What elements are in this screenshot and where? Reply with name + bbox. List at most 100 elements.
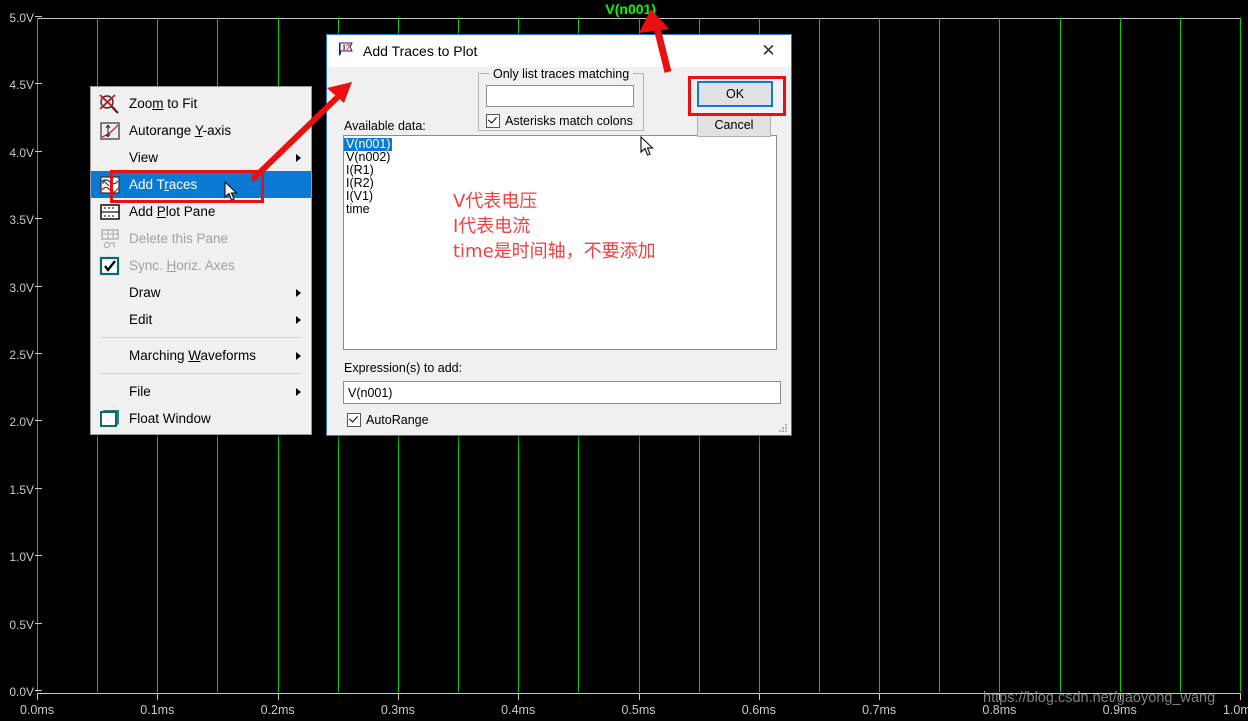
menu-item-label: Marching Waveforms xyxy=(129,348,257,363)
x-axis-tick-label: 0.1ms xyxy=(140,703,175,717)
dialog-title-text: Add Traces to Plot xyxy=(363,43,478,59)
menu-item-label: Delete this Pane xyxy=(129,231,229,246)
autorange-y-icon xyxy=(99,121,121,141)
list-item[interactable]: I(R2) xyxy=(344,176,776,190)
checkbox-checked-icon xyxy=(486,114,500,128)
list-item[interactable]: I(R1) xyxy=(344,163,776,177)
x-axis-tick-label: 0.7ms xyxy=(862,703,897,717)
delete-pane-icon xyxy=(99,228,121,249)
trace-filter-legend: Only list traces matching xyxy=(489,67,634,81)
asterisks-match-colons-checkbox[interactable]: Asterisks match colons xyxy=(486,114,633,128)
submenu-arrow-icon xyxy=(296,351,301,360)
close-icon[interactable]: ✕ xyxy=(746,35,791,67)
grid-line-vertical xyxy=(1059,18,1061,692)
x-axis-tick-mark xyxy=(638,693,640,700)
x-axis-tick-label: 1.0ms xyxy=(1222,703,1248,717)
y-axis-tick-label: 1.0V xyxy=(0,551,42,563)
note-line-1: V代表电压 xyxy=(453,191,538,212)
expression-input[interactable]: V(n001) xyxy=(343,381,781,404)
menu-item-file[interactable]: File xyxy=(91,378,311,405)
grid-line-vertical xyxy=(1119,18,1121,692)
grid-line-vertical xyxy=(1179,18,1181,692)
menu-item-label: Add Plot Pane xyxy=(129,204,216,219)
x-axis-tick-mark xyxy=(157,693,159,700)
menu-item-edit[interactable]: Edit xyxy=(91,306,311,333)
x-axis-tick-mark xyxy=(518,693,520,700)
add-plot-pane-icon xyxy=(99,202,121,222)
menu-item-label: Draw xyxy=(129,285,161,300)
menu-item-float-window[interactable]: Float Window xyxy=(91,405,311,432)
x-axis-tick-mark xyxy=(37,693,38,700)
add-plot-pane-icon xyxy=(100,203,120,220)
grid-line-vertical xyxy=(939,18,941,692)
menu-item-draw[interactable]: Draw xyxy=(91,279,311,306)
available-data-label: Available data: xyxy=(344,119,426,133)
float-window-icon xyxy=(100,409,119,427)
grid-line-vertical xyxy=(818,18,820,692)
note-line-2: I代表电流 xyxy=(453,216,531,237)
note-line-3: time是时间轴，不要添加 xyxy=(453,241,656,262)
x-axis-tick-label: 0.6ms xyxy=(741,703,776,717)
checkbox-checked-icon xyxy=(99,256,121,276)
autorange-checkbox[interactable]: AutoRange xyxy=(347,413,429,427)
y-axis-tick-label: 2.0V xyxy=(0,416,42,428)
menu-item-view[interactable]: View xyxy=(91,144,311,171)
menu-item-sync-horiz-axes: Sync. Horiz. Axes xyxy=(91,252,311,279)
autorange-y-icon xyxy=(100,121,120,140)
grid-line-vertical xyxy=(999,18,1001,692)
resize-grip-icon[interactable] xyxy=(778,423,788,433)
menu-item-label: Edit xyxy=(129,312,153,327)
x-axis-tick-mark xyxy=(1240,693,1241,700)
list-item-label: time xyxy=(346,202,370,216)
mouse-cursor-menu xyxy=(224,181,238,201)
svg-text:17: 17 xyxy=(342,43,350,52)
autorange-label: AutoRange xyxy=(366,413,429,427)
menu-item-label: View xyxy=(129,150,159,165)
dialog-title-bar: 17 Add Traces to Plot ✕ xyxy=(327,35,791,67)
chinese-annotation-note: V代表电压 I代表电流 time是时间轴，不要添加 xyxy=(453,189,656,264)
menu-item-zoom-to-fit[interactable]: Zoom to Fit xyxy=(91,90,311,117)
grid-line-vertical xyxy=(879,18,881,692)
y-axis-tick-label: 5.0V xyxy=(0,12,42,24)
list-item[interactable]: V(n002) xyxy=(344,150,776,164)
y-axis-tick-label: 0.0V xyxy=(0,686,42,698)
grid-line-vertical xyxy=(37,18,38,692)
x-axis-tick-mark xyxy=(879,693,881,700)
mouse-cursor-dialog xyxy=(640,136,654,156)
x-axis-tick-label: 0.2ms xyxy=(260,703,295,717)
cancel-button[interactable]: Cancel xyxy=(697,113,771,137)
trace-legend-label[interactable]: V(n001) xyxy=(605,1,656,17)
y-axis-tick-label: 1.5V xyxy=(0,484,42,496)
x-axis-tick-mark xyxy=(277,693,279,700)
y-axis-tick-label: 4.5V xyxy=(0,79,42,91)
y-axis-tick-label: 3.0V xyxy=(0,282,42,294)
menu-item-label: Sync. Horiz. Axes xyxy=(129,258,235,273)
submenu-arrow-icon xyxy=(296,387,301,396)
checkbox-checked-icon xyxy=(99,256,120,275)
x-axis-tick-label: 0.5ms xyxy=(621,703,656,717)
menu-item-label: File xyxy=(129,384,151,399)
context-menu[interactable]: Zoom to Fit Autorange Y-axis View Add Trace… xyxy=(90,86,312,435)
menu-item-marching-waveforms[interactable]: Marching Waveforms xyxy=(91,342,311,369)
grid-line-vertical xyxy=(1240,18,1241,692)
menu-separator xyxy=(101,337,301,338)
asterisks-match-colons-label: Asterisks match colons xyxy=(505,114,633,128)
trace-filter-input[interactable] xyxy=(486,85,634,107)
list-item[interactable]: V(n001) xyxy=(344,137,776,151)
y-axis-tick-label: 4.0V xyxy=(0,147,42,159)
ltspice-flag-icon: 17 xyxy=(337,41,354,61)
y-axis-tick-label: 2.5V xyxy=(0,349,42,361)
expression-label: Expression(s) to add: xyxy=(344,361,463,375)
y-axis-tick-label: 3.5V xyxy=(0,214,42,226)
menu-item-delete-this-pane: Delete this Pane xyxy=(91,225,311,252)
submenu-arrow-icon xyxy=(296,153,301,162)
menu-item-autorange-y-axis[interactable]: Autorange Y-axis xyxy=(91,117,311,144)
watermark: https://blog.csdn.net/gaoyong_wang xyxy=(983,690,1216,706)
menu-separator xyxy=(101,373,301,374)
checkbox-checked-icon xyxy=(347,413,361,427)
float-window-icon xyxy=(99,409,121,429)
zoom-to-fit-icon xyxy=(99,93,119,114)
highlight-box-ok xyxy=(688,76,786,116)
x-axis-tick-label: 0.4ms xyxy=(501,703,536,717)
x-axis-tick-mark xyxy=(397,693,399,700)
